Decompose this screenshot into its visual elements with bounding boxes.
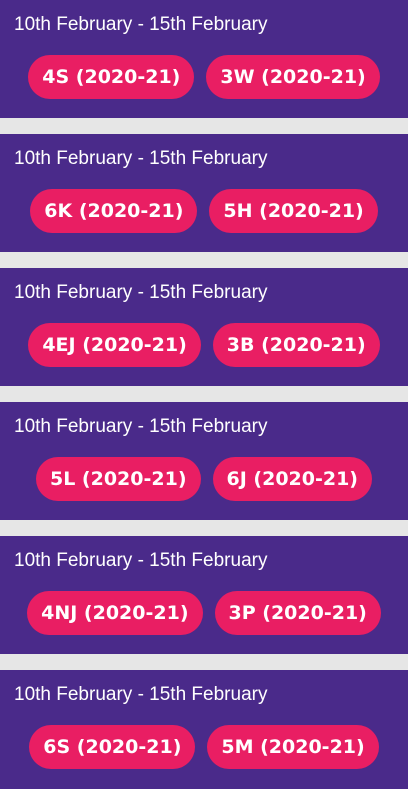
- class-pill-group: 5L (2020-21) 6J (2020-21): [0, 457, 408, 501]
- class-pill-group: 4NJ (2020-21) 3P (2020-21): [0, 591, 408, 635]
- class-pill-group: 4S (2020-21) 3W (2020-21): [0, 55, 408, 99]
- week-card-list: 10th February - 15th February 4S (2020-2…: [0, 0, 408, 789]
- week-card: 10th February - 15th February 4NJ (2020-…: [0, 536, 408, 654]
- class-pill-button[interactable]: 6S (2020-21): [29, 725, 196, 769]
- class-pill-group: 4EJ (2020-21) 3B (2020-21): [0, 323, 408, 367]
- class-pill-group: 6K (2020-21) 5H (2020-21): [0, 189, 408, 233]
- class-pill-group: 6S (2020-21) 5M (2020-21): [0, 725, 408, 769]
- week-card: 10th February - 15th February 4S (2020-2…: [0, 0, 408, 118]
- class-pill-button[interactable]: 6J (2020-21): [212, 457, 372, 501]
- date-range-label: 10th February - 15th February: [14, 282, 268, 303]
- class-pill-button[interactable]: 3W (2020-21): [206, 55, 380, 99]
- class-pill-button[interactable]: 6K (2020-21): [30, 189, 198, 233]
- week-card: 10th February - 15th February 6K (2020-2…: [0, 134, 408, 252]
- class-pill-button[interactable]: 4NJ (2020-21): [27, 591, 203, 635]
- date-range-label: 10th February - 15th February: [14, 416, 268, 437]
- week-card: 10th February - 15th February 6S (2020-2…: [0, 670, 408, 789]
- date-range-label: 10th February - 15th February: [14, 684, 268, 705]
- date-range-label: 10th February - 15th February: [14, 14, 268, 35]
- class-pill-button[interactable]: 5M (2020-21): [207, 725, 379, 769]
- class-pill-button[interactable]: 5L (2020-21): [35, 457, 201, 501]
- date-range-label: 10th February - 15th February: [14, 148, 268, 169]
- class-pill-button[interactable]: 5H (2020-21): [209, 189, 378, 233]
- date-range-label: 10th February - 15th February: [14, 550, 268, 571]
- class-pill-button[interactable]: 3P (2020-21): [214, 591, 381, 635]
- week-card: 10th February - 15th February 5L (2020-2…: [0, 402, 408, 520]
- week-card: 10th February - 15th February 4EJ (2020-…: [0, 268, 408, 386]
- class-pill-button[interactable]: 4S (2020-21): [28, 55, 195, 99]
- class-pill-button[interactable]: 3B (2020-21): [212, 323, 380, 367]
- class-pill-button[interactable]: 4EJ (2020-21): [28, 323, 201, 367]
